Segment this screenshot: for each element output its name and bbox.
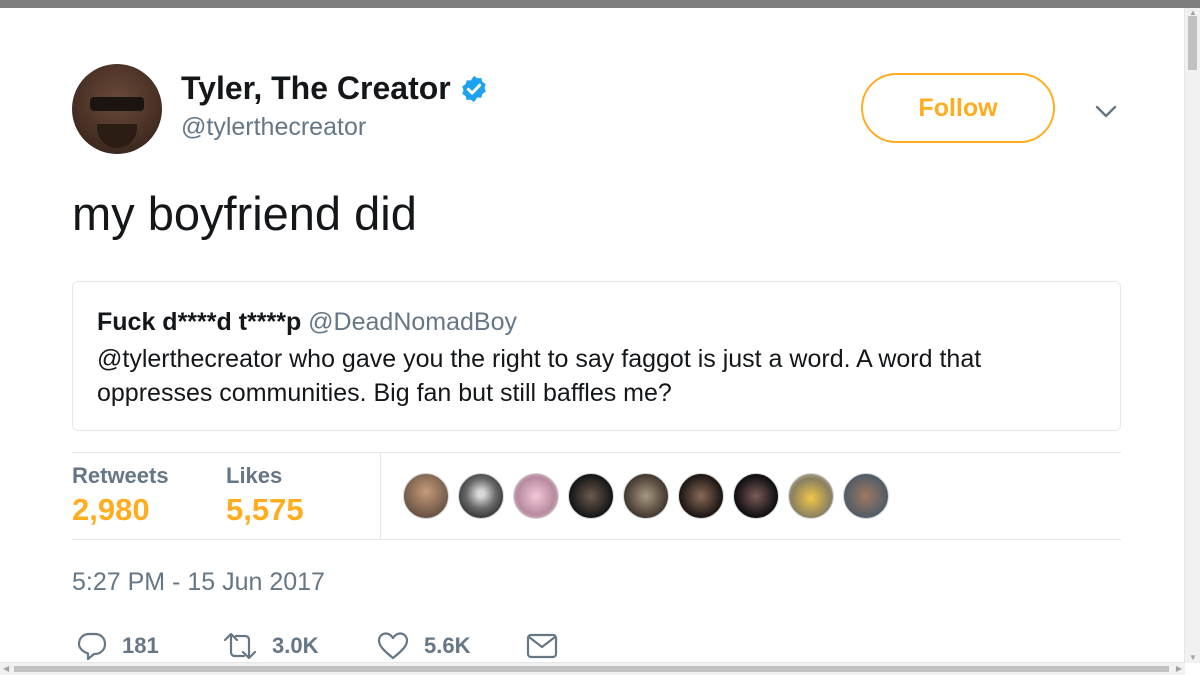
like-count: 5.6K bbox=[424, 633, 471, 658]
likes-count[interactable]: 5,575 bbox=[226, 492, 304, 528]
like-button[interactable]: 5.6K bbox=[376, 630, 470, 662]
retweet-button[interactable]: 3.0K bbox=[222, 630, 318, 662]
retweets-label[interactable]: Retweets bbox=[72, 463, 169, 489]
reply-count: 181 bbox=[122, 633, 159, 658]
avatar-glasses bbox=[90, 97, 144, 111]
liker-avatar[interactable] bbox=[568, 473, 614, 519]
follow-button[interactable]: Follow bbox=[861, 73, 1055, 143]
scroll-down-arrow-icon[interactable]: ▼ bbox=[1189, 654, 1197, 662]
like-icon bbox=[377, 632, 409, 660]
liker-avatar[interactable] bbox=[513, 473, 559, 519]
vertical-scrollbar[interactable]: ▲ ▼ bbox=[1184, 8, 1200, 663]
liker-avatar[interactable] bbox=[678, 473, 724, 519]
avatar-beard bbox=[97, 124, 137, 148]
stats-top-divider bbox=[72, 452, 1121, 453]
author-name[interactable]: Tyler, The Creator bbox=[181, 70, 489, 107]
vertical-scrollbar-thumb[interactable] bbox=[1188, 16, 1197, 70]
scroll-right-arrow-icon[interactable]: ▶ bbox=[1176, 665, 1182, 673]
direct-message-button[interactable] bbox=[525, 630, 559, 662]
liker-avatar[interactable] bbox=[623, 473, 669, 519]
quoted-tweet-header: Fuck d****d t****p @DeadNomadBoy bbox=[97, 308, 517, 337]
retweet-icon bbox=[223, 632, 257, 660]
reply-icon bbox=[77, 632, 107, 661]
quoted-tweet-card[interactable]: Fuck d****d t****p @DeadNomadBoy @tylert… bbox=[72, 281, 1121, 431]
liker-avatar[interactable] bbox=[403, 473, 449, 519]
quoted-tweet-author-handle: @DeadNomadBoy bbox=[308, 308, 517, 336]
retweet-count: 3.0K bbox=[272, 633, 319, 658]
liker-avatar[interactable] bbox=[458, 473, 504, 519]
retweets-count[interactable]: 2,980 bbox=[72, 492, 150, 528]
likers-avatar-list bbox=[403, 473, 889, 519]
liker-avatar[interactable] bbox=[733, 473, 779, 519]
likes-label[interactable]: Likes bbox=[226, 463, 282, 489]
tweet-timestamp[interactable]: 5:27 PM - 15 Jun 2017 bbox=[72, 568, 325, 597]
stats-bottom-divider bbox=[72, 539, 1121, 540]
author-name-text: Tyler, The Creator bbox=[181, 70, 451, 106]
liker-avatar[interactable] bbox=[843, 473, 889, 519]
scroll-left-arrow-icon[interactable]: ◀ bbox=[3, 665, 9, 673]
reply-button[interactable]: 181 bbox=[76, 630, 159, 662]
liker-avatar[interactable] bbox=[788, 473, 834, 519]
author-handle[interactable]: @tylerthecreator bbox=[181, 113, 366, 142]
horizontal-scrollbar[interactable]: ◀ ▶ bbox=[0, 662, 1185, 675]
quoted-tweet-author-name: Fuck d****d t****p bbox=[97, 308, 302, 336]
stats-vertical-divider bbox=[380, 452, 381, 539]
direct-message-icon bbox=[526, 633, 558, 659]
browser-top-bar bbox=[0, 0, 1200, 8]
quoted-tweet-text: @tylerthecreator who gave you the right … bbox=[97, 345, 982, 407]
author-avatar[interactable] bbox=[72, 64, 162, 154]
verified-badge-icon bbox=[461, 75, 486, 102]
chevron-down-icon[interactable] bbox=[1092, 98, 1120, 126]
tweet-text: my boyfriend did bbox=[72, 187, 417, 240]
horizontal-scrollbar-thumb[interactable] bbox=[14, 666, 1169, 672]
